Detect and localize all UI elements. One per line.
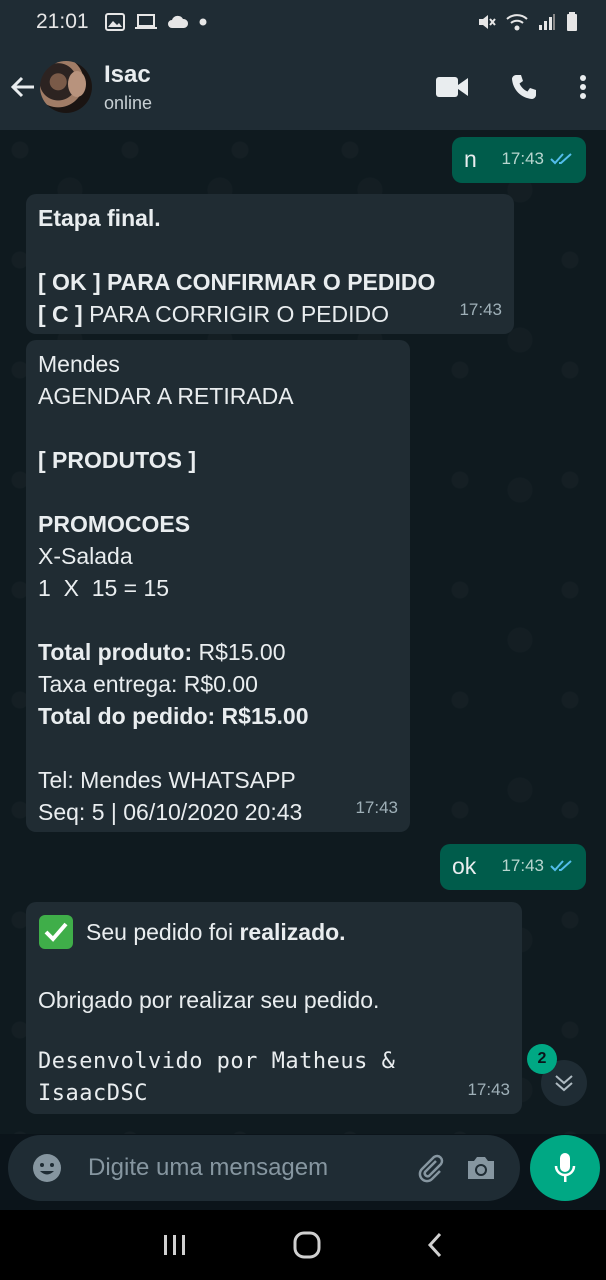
message-line: Seq: 5 | 06/10/2020 20:43: [38, 799, 303, 825]
message-time: 17:43: [501, 149, 544, 168]
message-text-bold: realizado.: [239, 919, 346, 945]
check-mark-button-icon: [39, 915, 73, 949]
mute-icon: [479, 15, 496, 29]
message-time: 17:43: [501, 856, 544, 875]
message-text: Seu pedido foi: [86, 919, 234, 945]
more-vertical-icon: [580, 75, 586, 99]
message-line: [ C ] PARA CORRIGIR O PEDIDO: [38, 301, 390, 327]
message-line: 1 X 15 = 15: [38, 575, 170, 601]
message-bubble-incoming[interactable]: Mendes AGENDAR A RETIRADA [ PRODUTOS ] P…: [26, 340, 410, 832]
microphone-icon: [554, 1153, 576, 1182]
paperclip-icon: [418, 1154, 444, 1183]
read-ticks-icon: [550, 860, 572, 872]
message-line: PROMOCOES: [38, 511, 191, 537]
message-input[interactable]: Digite uma mensagem: [88, 1154, 406, 1182]
camera-icon: [468, 1157, 494, 1179]
double-chevron-down-icon: [555, 1075, 573, 1092]
signal-icon: [539, 14, 555, 30]
notification-dot-icon: [199, 18, 207, 26]
video-camera-icon: [436, 77, 468, 97]
message-line: Obrigado por realizar seu pedido.: [38, 987, 380, 1013]
message-line: AGENDAR A RETIRADA: [38, 383, 294, 409]
voice-message-button[interactable]: [530, 1135, 600, 1201]
message-line: Seu pedido foi realizado.: [38, 914, 510, 950]
message-line: X-Salada: [38, 543, 133, 569]
back-arrow-icon: [10, 76, 34, 98]
contact-status: online: [104, 92, 153, 113]
message-line: [38, 234, 502, 266]
message-line: IsaacDSC: [38, 1081, 148, 1106]
voice-call-button[interactable]: [488, 44, 560, 130]
message-bubble-outgoing[interactable]: n 17:43: [452, 137, 586, 183]
system-navigation-bar: [0, 1210, 606, 1280]
message-line: Taxa entrega: R$0.00: [38, 671, 258, 697]
battery-icon: [567, 12, 577, 31]
message-line: Desenvolvido por Matheus &: [38, 1049, 396, 1074]
unread-count-badge: 2: [527, 1044, 557, 1074]
more-options-button[interactable]: [560, 44, 606, 130]
emoji-icon: [33, 1154, 61, 1182]
message-time: 17:43: [355, 798, 398, 817]
message-line: [38, 604, 398, 636]
camera-button[interactable]: [456, 1154, 506, 1182]
message-time: 17:43: [459, 300, 502, 319]
read-ticks-icon: [550, 153, 572, 165]
wifi-icon: [506, 14, 528, 31]
message-bubble-outgoing[interactable]: ok 17:43: [440, 844, 586, 890]
contact-info[interactable]: Isac online: [104, 61, 152, 114]
avatar[interactable]: [40, 61, 92, 113]
message-line: [ PRODUTOS ]: [38, 447, 197, 473]
message-line: Tel: Mendes WHATSAPP: [38, 767, 296, 793]
message-time: 17:43: [467, 1080, 510, 1099]
status-time: 21:01: [36, 10, 89, 33]
emoji-button[interactable]: [22, 1153, 72, 1183]
attach-button[interactable]: [406, 1153, 456, 1183]
home-icon[interactable]: [293, 1231, 321, 1259]
message-line: [38, 732, 398, 764]
video-call-button[interactable]: [416, 44, 488, 130]
contact-name: Isac: [104, 60, 151, 88]
message-text: n: [464, 146, 477, 172]
message-line: Mendes: [38, 351, 120, 377]
recent-apps-icon[interactable]: [162, 1233, 188, 1257]
message-composer: Digite uma mensagem: [8, 1135, 520, 1201]
status-bar: 21:01: [0, 0, 606, 44]
message-line: [38, 412, 398, 444]
chat-header: Isac online: [0, 44, 606, 130]
message-text: ok: [452, 853, 477, 879]
message-bubble-incoming[interactable]: Etapa final. [ OK ] PARA CONFIRMAR O PED…: [26, 194, 514, 334]
back-nav-icon[interactable]: [426, 1232, 444, 1258]
gallery-icon: [104, 13, 125, 31]
message-line: [38, 476, 398, 508]
message-line: [ OK ] PARA CONFIRMAR O PEDIDO: [38, 269, 436, 295]
cloud-icon: [167, 15, 188, 28]
message-line: Total do pedido: R$15.00: [38, 703, 309, 729]
laptop-icon: [134, 14, 157, 29]
message-line: Total produto: R$15.00: [38, 639, 286, 665]
message-bubble-incoming[interactable]: Seu pedido foi realizado. Obrigado por r…: [26, 902, 522, 1114]
phone-icon: [512, 75, 536, 99]
message-line: Etapa final.: [38, 205, 161, 231]
